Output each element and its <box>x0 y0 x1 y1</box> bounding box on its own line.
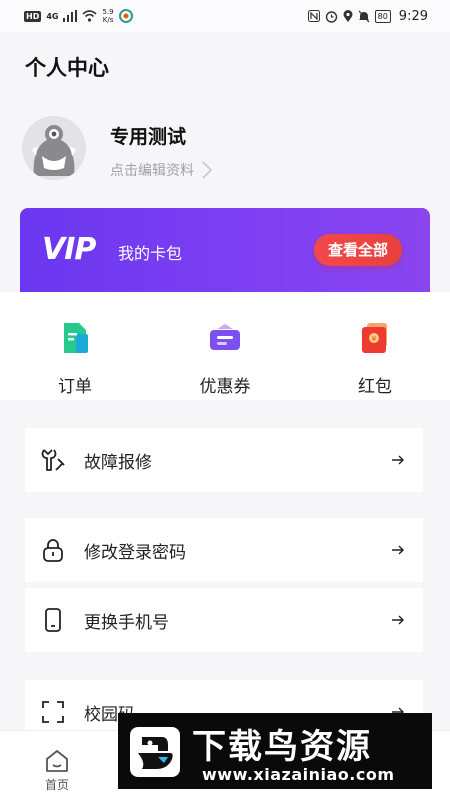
home-icon <box>46 750 68 772</box>
status-right: 80 9:29 <box>307 8 428 24</box>
wifi-icon <box>82 10 98 22</box>
vip-wallet-label: 我的卡包 <box>118 244 183 263</box>
shortcut-coupons-label: 优惠券 <box>199 377 251 397</box>
menu-item-change-phone[interactable]: 更换手机号 <box>25 588 423 652</box>
phone-icon <box>45 608 61 632</box>
arrow-right-icon <box>392 615 404 625</box>
coupon-icon <box>210 324 240 350</box>
lock-icon <box>43 539 63 562</box>
menu-item-change-phone-label: 更换手机号 <box>84 612 169 633</box>
order-icon <box>64 323 88 353</box>
bird-logo-icon <box>130 727 180 777</box>
red-packet-icon: ¥ <box>362 323 387 353</box>
shortcuts-panel: 订单 优惠券 ¥ 红包 <box>0 292 450 400</box>
profile-card[interactable]: 专用测试 点击编辑资料 <box>22 116 422 184</box>
speed-value: 5.9 <box>102 8 114 16</box>
svg-text:¥: ¥ <box>372 335 377 343</box>
menu-item-change-password-label: 修改登录密码 <box>84 542 186 563</box>
qr-scan-icon <box>42 701 64 723</box>
app-notification-icon <box>118 9 133 23</box>
clock: 9:29 <box>398 8 428 24</box>
network-indicator: 4G <box>46 11 59 21</box>
battery-level: 80 <box>377 11 388 21</box>
chevron-right-icon <box>202 161 212 179</box>
vip-card[interactable]: VIP 我的卡包 查看全部 <box>20 208 430 292</box>
arrow-right-icon <box>392 545 404 555</box>
alarm-icon <box>325 10 337 23</box>
location-icon <box>343 9 353 22</box>
status-bar: HD 4G 5.9 K/s 80 9:29 <box>0 0 450 32</box>
avatar[interactable] <box>22 116 86 180</box>
network-speed: 5.9 K/s <box>102 8 113 24</box>
battery-icon: 80 <box>374 9 391 23</box>
speed-unit: K/s <box>102 16 114 24</box>
avatar-monster-icon <box>22 116 86 180</box>
nfc-icon <box>307 10 320 22</box>
watermark-title: 下载鸟资源 <box>192 727 372 767</box>
hd-indicator: HD <box>24 10 42 22</box>
edit-profile-link[interactable]: 点击编辑资料 <box>110 160 212 180</box>
repair-icon <box>41 449 65 471</box>
view-all-button[interactable]: 查看全部 <box>313 234 402 266</box>
shortcut-orders-label: 订单 <box>58 377 92 397</box>
arrow-right-icon <box>392 455 404 465</box>
mute-icon <box>358 10 370 22</box>
menu-item-repair[interactable]: 故障报修 <box>25 428 423 492</box>
profile-name: 专用测试 <box>110 126 187 148</box>
status-left: HD 4G 5.9 K/s <box>24 8 133 24</box>
shortcut-red-packet-label: 红包 <box>358 377 392 397</box>
menu-item-repair-label: 故障报修 <box>84 452 152 473</box>
menu-item-change-password[interactable]: 修改登录密码 <box>25 518 423 582</box>
vip-logo: VIP <box>42 232 96 267</box>
shortcut-coupons[interactable]: 优惠券 <box>180 320 270 397</box>
shortcut-orders[interactable]: 订单 <box>30 320 120 397</box>
tab-home[interactable]: 首页 <box>22 749 92 793</box>
signal-icon <box>63 10 78 22</box>
watermark-url: www.xiazainiao.com <box>202 765 395 784</box>
edit-profile-label: 点击编辑资料 <box>110 163 194 179</box>
watermark-banner: 下载鸟资源 www.xiazainiao.com <box>118 713 432 789</box>
shortcut-red-packet[interactable]: ¥ 红包 <box>330 320 420 397</box>
page-title: 个人中心 <box>25 56 109 80</box>
tab-home-label: 首页 <box>44 778 69 792</box>
